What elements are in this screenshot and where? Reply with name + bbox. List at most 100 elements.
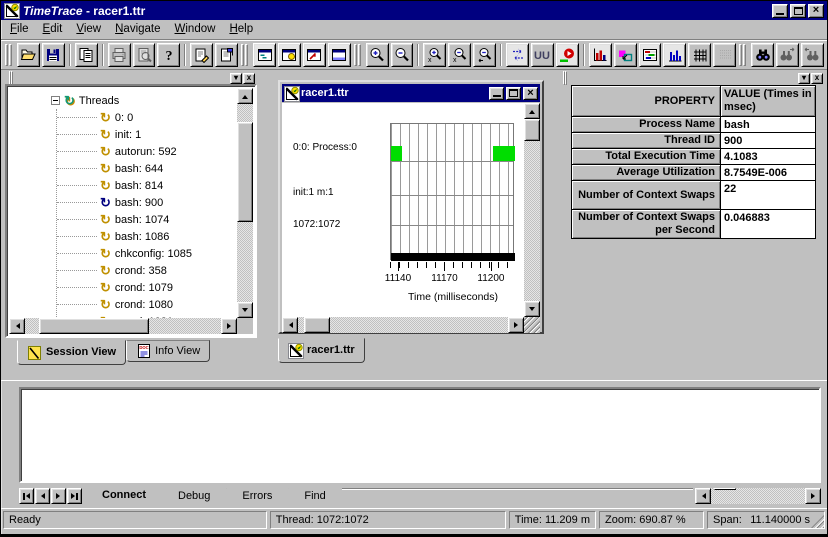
scrollbar-track[interactable] [711, 488, 805, 504]
tree-item-bash-900[interactable]: ↻bash: 900 [57, 194, 237, 211]
chart-plot-grid[interactable] [390, 123, 514, 260]
pane-menu-button[interactable]: ▾ [230, 73, 242, 84]
chart-vertical-scrollbar[interactable] [524, 103, 540, 317]
scroll-right-button[interactable] [508, 317, 524, 333]
pane-menu-button[interactable]: ▾ [798, 73, 810, 84]
scroll-left-button[interactable] [9, 318, 25, 334]
tree-item-bash-1074[interactable]: ↻bash: 1074 [57, 211, 237, 228]
session-pane-grip[interactable]: ▾ x [5, 72, 257, 84]
tree-item-crond-1079[interactable]: ↻crond: 1079 [57, 279, 237, 296]
tab-scroll-right-button[interactable] [51, 488, 66, 504]
tree-item-bash-644[interactable]: ↻bash: 644 [57, 160, 237, 177]
scrollbar-track[interactable] [25, 318, 221, 334]
toolbar-toggle-output-view-button[interactable] [328, 43, 351, 67]
toolbar-zoom-in-button[interactable] [366, 43, 389, 67]
chart-maximize-button[interactable] [506, 87, 521, 100]
toolbar-edit-properties-button[interactable] [215, 43, 238, 67]
close-button[interactable]: × [808, 4, 824, 18]
output-tab-connect[interactable]: Connect [86, 487, 162, 506]
scrollbar-thumb[interactable] [714, 488, 736, 490]
tab-scroll-last-button[interactable] [67, 488, 82, 504]
toolbar-zoom-in-x-button[interactable]: x [423, 43, 446, 67]
tree-item-0-0[interactable]: ↻0: 0 [57, 109, 237, 126]
scroll-down-button[interactable] [237, 302, 253, 318]
toolbar-find-button[interactable] [751, 43, 774, 67]
scroll-down-button[interactable] [524, 301, 540, 317]
tree-item-crond-1080[interactable]: ↻crond: 1080 [57, 296, 237, 313]
chart-segment[interactable] [391, 146, 402, 161]
toolbar-toggle-info-view-button[interactable] [278, 43, 301, 67]
toolbar-toggle-session-view-button[interactable] [253, 43, 276, 67]
scroll-left-button[interactable] [282, 317, 298, 333]
tree-item-init-1[interactable]: ↻init: 1 [57, 126, 237, 143]
chart-horizontal-scrollbar[interactable] [282, 317, 524, 333]
output-console[interactable] [19, 387, 821, 483]
chart-segment[interactable] [493, 146, 515, 161]
tab-scroll-left-button[interactable] [35, 488, 50, 504]
toolbar-gripper[interactable] [5, 44, 12, 66]
pane-close-button[interactable]: x [811, 73, 823, 84]
window-resize-grip[interactable] [811, 515, 824, 528]
tree-collapse-box[interactable] [51, 96, 60, 105]
tab-scroll-first-button[interactable] [19, 488, 34, 504]
toolbar-gripper[interactable] [354, 44, 361, 66]
toolbar-zoom-out-button[interactable] [391, 43, 414, 67]
output-horizontal-scrollbar[interactable] [695, 488, 821, 504]
menu-item-help[interactable]: Help [222, 21, 260, 38]
toolbar-swap-direction-button[interactable] [506, 43, 529, 67]
tab-info-view[interactable]: DOCInfo View [126, 340, 210, 362]
menu-item-navigate[interactable]: Navigate [108, 21, 167, 38]
toolbar-toggle-trace-view-button[interactable] [303, 43, 326, 67]
scrollbar-track[interactable] [524, 119, 540, 301]
scrollbar-track[interactable] [237, 104, 253, 302]
menu-item-file[interactable]: File [3, 21, 36, 38]
menu-item-edit[interactable]: Edit [36, 21, 70, 38]
toolbar-thread-graph-button[interactable] [639, 43, 662, 67]
scroll-up-button[interactable] [237, 88, 253, 104]
tree-horizontal-scrollbar[interactable] [9, 318, 237, 334]
scrollbar-thumb[interactable] [304, 317, 330, 333]
scroll-right-button[interactable] [805, 488, 821, 504]
output-tab-debug[interactable]: Debug [162, 488, 226, 505]
mdi-tab-racer1[interactable]: racer1.ttr [278, 338, 365, 363]
toolbar-thread-state-graph-button[interactable] [589, 43, 612, 67]
toolbar-gripper[interactable] [739, 44, 746, 66]
toolbar-zoom-out-full-button[interactable] [473, 43, 496, 67]
menu-item-view[interactable]: View [69, 21, 108, 38]
tree-item-crond-358[interactable]: ↻crond: 358 [57, 262, 237, 279]
chart-resize-grip[interactable] [524, 317, 540, 333]
tree-root-threads[interactable]: ↻ Threads [51, 92, 237, 109]
tab-session-view[interactable]: Session View [17, 340, 126, 365]
chart-close-button[interactable]: × [523, 87, 538, 100]
pane-close-button[interactable]: x [243, 73, 255, 84]
scrollbar-thumb[interactable] [524, 119, 540, 141]
thread-timeline-chart[interactable]: 111401117011200 Time (milliseconds) 0:0:… [282, 103, 524, 317]
scroll-up-button[interactable] [524, 103, 540, 119]
output-tab-find[interactable]: Find [288, 488, 341, 505]
chart-minimize-button[interactable] [489, 87, 504, 100]
toolbar-zoom-out-x-button[interactable]: x [448, 43, 471, 67]
minimize-button[interactable] [772, 4, 788, 18]
tree-item-autorun-592[interactable]: ↻autorun: 592 [57, 143, 237, 160]
toolbar-open-button[interactable] [17, 43, 40, 67]
tree-item-bash-814[interactable]: ↻bash: 814 [57, 177, 237, 194]
toolbar-help-button[interactable]: ? [157, 43, 180, 67]
tree-vertical-scrollbar[interactable] [237, 88, 253, 318]
toolbar-grid-button[interactable] [688, 43, 711, 67]
toolbar-unzoom-button[interactable]: UU [531, 43, 554, 67]
toolbar-edit-session-button[interactable] [190, 43, 213, 67]
scroll-right-button[interactable] [221, 318, 237, 334]
properties-pane-grip[interactable]: ▾ x [559, 72, 825, 84]
title-bar[interactable]: TimeTrace - racer1.ttr × [1, 1, 827, 20]
output-tab-errors[interactable]: Errors [226, 488, 288, 505]
toolbar-move-view-button[interactable] [614, 43, 637, 67]
scroll-left-button[interactable] [695, 488, 711, 504]
scrollbar-thumb[interactable] [39, 318, 149, 334]
toolbar-run-control-button[interactable] [556, 43, 579, 67]
scrollbar-thumb[interactable] [237, 122, 253, 222]
tree-item-bash-1086[interactable]: ↻bash: 1086 [57, 228, 237, 245]
toolbar-utilization-graph-button[interactable] [663, 43, 686, 67]
toolbar-copy-button[interactable] [75, 43, 98, 67]
toolbar-save-button[interactable] [42, 43, 65, 67]
chart-window-title-bar[interactable]: racer1.ttr × [282, 84, 540, 102]
